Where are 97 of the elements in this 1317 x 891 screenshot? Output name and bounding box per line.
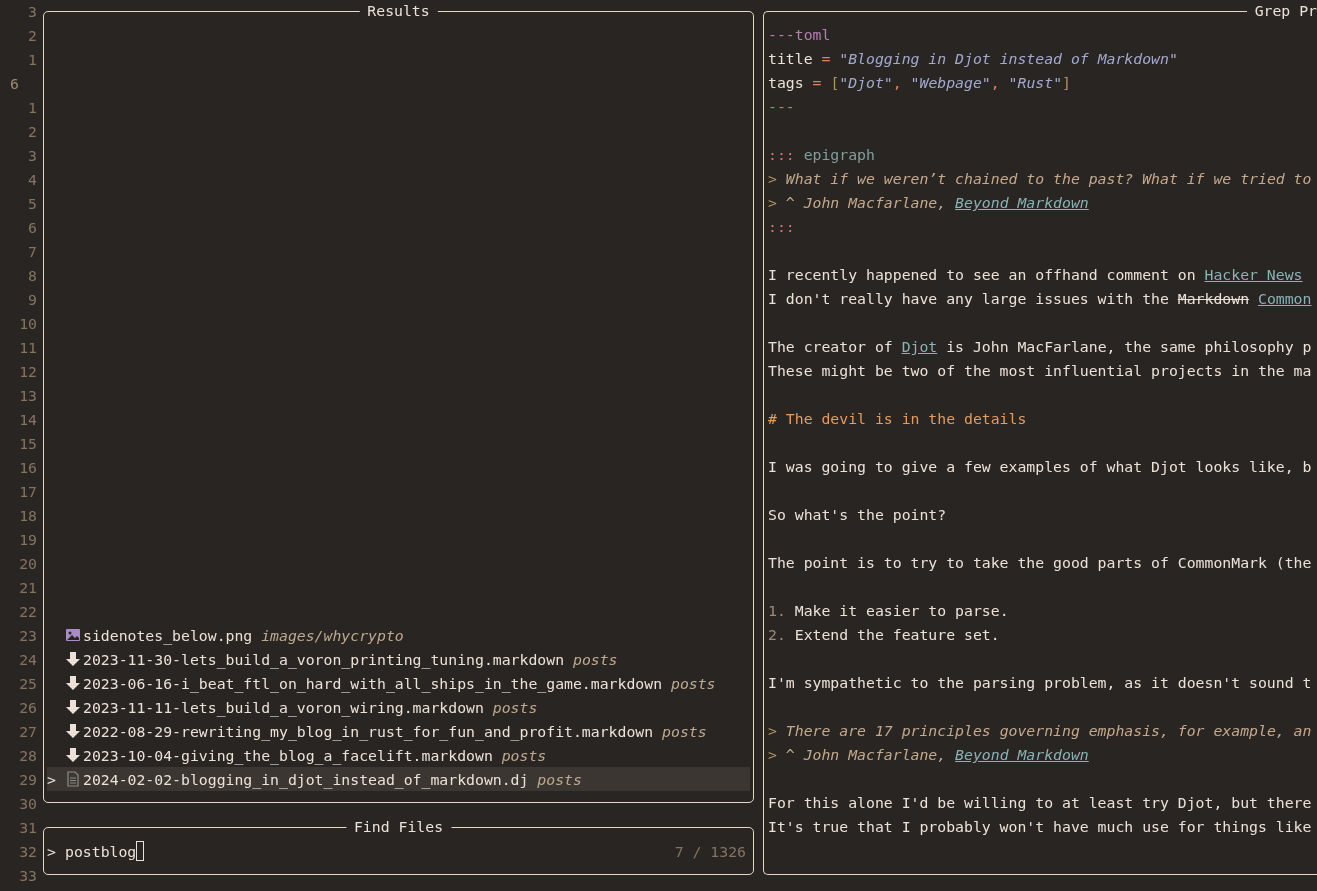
text-line: So what's the point? [768, 505, 947, 525]
line-number: 7 [28, 242, 37, 262]
line-number: 9 [28, 290, 37, 310]
text-line: > ^ John Macfarlane, Beyond Markdown [768, 193, 1089, 213]
result-item[interactable]: 2023-10-04-giving_the_blog_a_facelift.markdown posts [47, 743, 750, 767]
line-number: 3 [28, 2, 37, 22]
file-name: 2023-11-30-lets_build_a_voron_printing_tuning.markdown [83, 650, 565, 668]
line-number: 21 [19, 578, 37, 598]
text-line: For this alone I'd be willing to at least try Djot, but there [768, 793, 1312, 813]
text-line: ::: [768, 217, 795, 237]
image-icon [65, 627, 81, 643]
file-name: 2023-06-16-i_beat_ftl_on_hard_with_all_ships_in_the_game.markdown [83, 674, 663, 692]
down-arrow-icon [65, 675, 81, 691]
link[interactable]: Beyond Markdown [955, 746, 1089, 763]
document-icon [65, 771, 81, 787]
directory-label: posts [537, 770, 582, 788]
text-line: 1. Make it easier to parse. [768, 601, 1009, 621]
line-number: 17 [19, 482, 37, 502]
text-line: The creator of Djot is John MacFarlane, the same philosophy p [768, 337, 1312, 357]
line-number: 32 [19, 842, 37, 862]
prompt-symbol: > [47, 842, 56, 860]
line-number: 20 [19, 554, 37, 574]
line-number: 31 [19, 818, 37, 838]
text-line: > There are 17 principles governing emphasis, for example, an [768, 721, 1312, 741]
text-line: I don't really have any large issues with the Markdown Common [768, 289, 1312, 309]
line-number: 28 [19, 746, 37, 766]
line-number: 11 [19, 338, 37, 358]
line-number: 15 [19, 434, 37, 454]
directory-label: images/whycrypto [261, 626, 404, 644]
line-number: 30 [19, 794, 37, 814]
text-line: ---toml [768, 25, 831, 45]
link[interactable]: Hacker News [1204, 266, 1303, 283]
line-number: 29 [19, 770, 37, 790]
line-number: 22 [19, 602, 37, 622]
line-number: 14 [19, 410, 37, 430]
link[interactable]: Common [1258, 290, 1312, 307]
result-item[interactable]: 2023-06-16-i_beat_ftl_on_hard_with_all_ships_in_the_game.markdown posts [47, 671, 750, 695]
text-line: --- [768, 97, 795, 117]
result-item[interactable]: 2023-11-30-lets_build_a_voron_printing_tuning.markdown posts [47, 647, 750, 671]
text-line: # The devil is in the details [768, 409, 1027, 429]
line-number: 27 [19, 722, 37, 742]
line-number: 1 [28, 50, 37, 70]
line-number: 13 [19, 386, 37, 406]
text-line: I'm sympathetic to the parsing problem, as it doesn't sound t [768, 673, 1312, 693]
directory-label: posts [501, 746, 547, 764]
file-name: sidenotes_below.png [83, 626, 253, 644]
text-line: These might be two of the most influential projects in the ma [768, 361, 1312, 381]
text-line: tags = ["Djot", "Webpage", "Rust"] [768, 73, 1071, 93]
line-number: 26 [19, 698, 37, 718]
line-number: 1 [28, 98, 37, 118]
text-line: I was going to give a few examples of what Djot looks like, b [768, 457, 1312, 477]
text-line: > ^ John Macfarlane, Beyond Markdown [768, 745, 1089, 765]
file-name: 2023-11-11-lets_build_a_voron_wiring.markdown [83, 698, 484, 716]
file-name: 2024-02-02-blogging_in_djot_instead_of_markdown.dj [83, 770, 529, 788]
text-line: The point is to try to take the good parts of CommonMark (the [768, 553, 1312, 573]
line-number: 6 [10, 74, 19, 94]
directory-label: posts [492, 698, 538, 716]
text-line: > What if we weren’t chained to the past? What if we tried to [768, 169, 1312, 189]
line-number: 5 [28, 194, 37, 214]
link[interactable]: Beyond Markdown [955, 194, 1089, 211]
line-number: 12 [19, 362, 37, 382]
line-number: 25 [19, 674, 37, 694]
line-number: 19 [19, 530, 37, 550]
line-number: 23 [19, 626, 37, 646]
line-number: 4 [28, 170, 37, 190]
result-item[interactable]: 2023-11-11-lets_build_a_voron_wiring.markdown posts [47, 695, 750, 719]
line-number: 24 [19, 650, 37, 670]
down-arrow-icon [65, 651, 81, 667]
text-line: ::: epigraph [768, 145, 875, 165]
down-arrow-icon [65, 747, 81, 763]
file-name: 2023-10-04-giving_the_blog_a_facelift.markdown [83, 746, 493, 764]
text-line: title = "Blogging in Djot instead of Markdown" [768, 49, 1178, 69]
line-number: 33 [19, 866, 37, 886]
selection-marker: > [47, 770, 56, 788]
match-count: 7 / 1326 [674, 842, 747, 860]
line-number: 18 [19, 506, 37, 526]
line-number: 16 [19, 458, 37, 478]
text-line: I recently happened to see an offhand comment on Hacker News [768, 265, 1303, 285]
result-item[interactable]: 2022-08-29-rewriting_my_blog_in_rust_for_fun_and_profit.markdown posts [47, 719, 750, 743]
directory-label: posts [662, 722, 707, 740]
line-number: 6 [28, 218, 37, 238]
line-number: 3 [28, 146, 37, 166]
line-number: 8 [28, 266, 37, 286]
link[interactable]: Djot [901, 338, 938, 355]
result-item[interactable]: sidenotes_below.png images/whycrypto [47, 623, 750, 647]
directory-label: posts [572, 650, 618, 668]
line-number: 2 [28, 26, 37, 46]
file-name: 2022-08-29-rewriting_my_blog_in_rust_for_fun_and_profit.markdown [83, 722, 654, 740]
directory-label: posts [670, 674, 716, 692]
down-arrow-icon [65, 723, 81, 739]
search-field[interactable]: postblog [65, 840, 145, 862]
text-line: It's true that I probably won't have much use for things like [768, 817, 1312, 837]
result-item[interactable]: > 2024-02-02-blogging_in_djot_instead_of_markdown.dj posts [47, 767, 750, 791]
down-arrow-icon [65, 699, 81, 715]
text-line: 2. Extend the feature set. [768, 625, 1000, 645]
line-number: 2 [28, 122, 37, 142]
line-number: 10 [19, 314, 37, 334]
